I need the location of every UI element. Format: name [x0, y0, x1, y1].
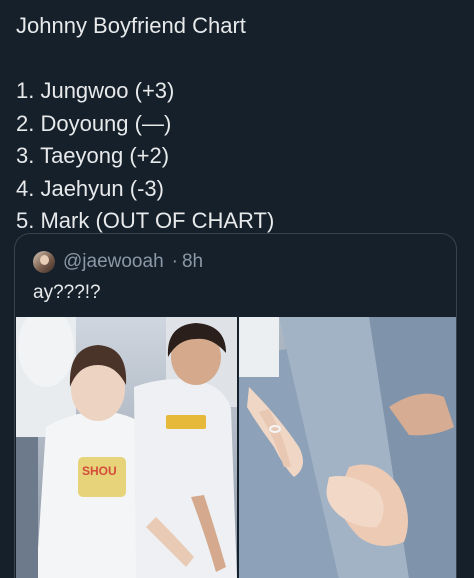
- quote-tweet-card[interactable]: @jaewooah · 8h ay???!? SHOU: [14, 233, 457, 578]
- chart-item-2: 2. Doyoung (—): [16, 110, 172, 136]
- quote-handle[interactable]: @jaewooah: [63, 251, 164, 273]
- avatar[interactable]: [33, 251, 55, 273]
- tweet-title: Johnny Boyfriend Chart: [16, 13, 246, 38]
- separator-dot: ·: [171, 251, 178, 272]
- chart-item-3: 3. Taeyong (+2): [16, 143, 170, 168]
- photo-left[interactable]: SHOU: [16, 317, 237, 578]
- photo-right[interactable]: [239, 317, 456, 578]
- tweet-body: Johnny Boyfriend Chart 1. Jungwoo (+3) 2…: [16, 10, 456, 238]
- photo-right-art: [239, 317, 456, 578]
- quote-text: ay???!?: [33, 282, 101, 303]
- quote-timestamp[interactable]: 8h: [182, 251, 203, 273]
- chart-item-4: 4. Jaehyun (-3): [16, 175, 164, 201]
- chart-item-1: 1. Jungwoo (+3): [16, 78, 175, 103]
- photo-left-art: SHOU: [16, 317, 237, 578]
- left-shirt-print: SHOU: [82, 464, 117, 478]
- quote-header: @jaewooah · 8h: [33, 250, 203, 274]
